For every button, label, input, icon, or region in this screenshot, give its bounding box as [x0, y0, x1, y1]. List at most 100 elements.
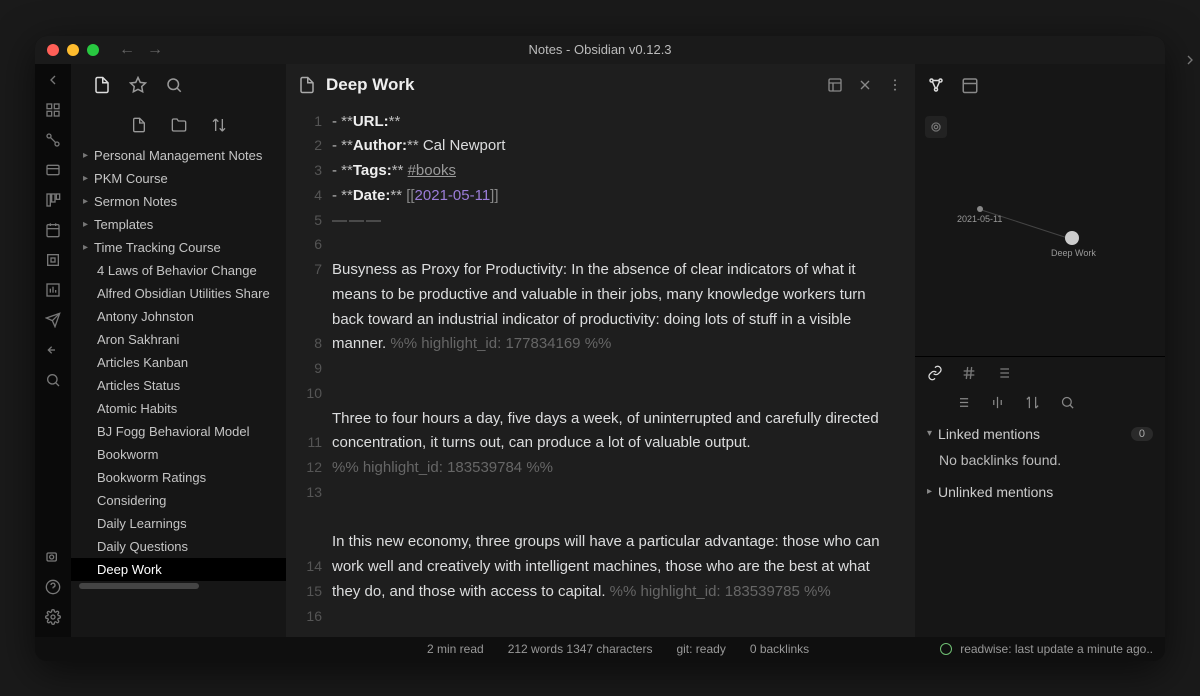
help-icon[interactable] [45, 579, 61, 595]
back-icon[interactable]: ← [119, 41, 135, 59]
line-gutter: 12345678910111213141516 [286, 106, 332, 637]
sync-status-icon [940, 643, 952, 655]
file-item[interactable]: 4 Laws of Behavior Change [71, 259, 286, 282]
folder-item[interactable]: Sermon Notes [71, 190, 286, 213]
stats-icon[interactable] [45, 282, 61, 298]
close-tab-icon[interactable] [857, 77, 873, 93]
unlinked-mentions-header[interactable]: ▸ Unlinked mentions [915, 478, 1165, 506]
file-item[interactable]: Alfred Obsidian Utilities Share [71, 282, 286, 305]
left-panel-tabs [71, 64, 286, 106]
search-icon[interactable] [165, 76, 183, 94]
file-item[interactable]: Antony Johnston [71, 305, 286, 328]
calendar-icon[interactable] [961, 76, 979, 94]
status-backlinks: 0 backlinks [750, 642, 809, 656]
collapse-results-icon[interactable] [955, 395, 970, 410]
horizontal-scrollbar[interactable] [79, 583, 199, 589]
new-note-icon[interactable] [131, 117, 147, 133]
new-folder-icon[interactable] [171, 117, 187, 133]
tag-pane-icon[interactable] [961, 365, 977, 381]
minimize-window-button[interactable] [67, 44, 79, 56]
status-git: git: ready [676, 642, 725, 656]
wikilink[interactable]: 2021-05-11 [415, 187, 491, 204]
workspace-icon[interactable] [45, 162, 61, 178]
window-controls [47, 44, 99, 56]
daily-notes-icon[interactable] [45, 222, 61, 238]
outline-icon[interactable] [995, 365, 1011, 381]
ribbon [35, 64, 71, 637]
local-graph[interactable]: 2021-05-11 Deep Work [915, 106, 1165, 356]
record-icon[interactable] [45, 549, 61, 565]
status-readwise: readwise: last update a minute ago.. [960, 642, 1153, 656]
linked-mentions-header[interactable]: ▾ Linked mentions 0 [915, 420, 1165, 448]
templates-icon[interactable] [45, 252, 61, 268]
file-item[interactable]: Daily Questions [71, 535, 286, 558]
linked-count: 0 [1131, 427, 1153, 441]
search-backlinks-icon[interactable] [1060, 395, 1075, 410]
backlinks-tabs [915, 356, 1165, 389]
editor-content[interactable]: - **URL:** - **Author:** Cal Newport - *… [332, 106, 915, 637]
forward-icon[interactable]: → [147, 41, 163, 59]
close-window-button[interactable] [47, 44, 59, 56]
folder-item[interactable]: Personal Management Notes [71, 144, 286, 167]
editor[interactable]: 12345678910111213141516 - **URL:** - **A… [286, 106, 915, 637]
send-icon[interactable] [45, 312, 61, 328]
file-tree[interactable]: Personal Management Notes PKM Course Ser… [71, 144, 286, 637]
folder-item[interactable]: Time Tracking Course [71, 236, 286, 259]
right-panel-tabs [915, 64, 1165, 106]
file-explorer-toolbar [71, 106, 286, 144]
preview-icon[interactable] [827, 77, 843, 93]
note-icon [298, 76, 316, 94]
local-graph-icon[interactable] [927, 76, 945, 94]
file-item[interactable]: Aron Sakhrani [71, 328, 286, 351]
nav-arrows: ← → [119, 41, 163, 59]
graph-node[interactable] [977, 206, 983, 212]
folder-item[interactable]: PKM Course [71, 167, 286, 190]
titlebar: ← → Notes - Obsidian v0.12.3 [35, 36, 1165, 64]
file-item[interactable]: Atomic Habits [71, 397, 286, 420]
tab-header: Deep Work [286, 64, 915, 106]
statusbar: 2 min read 212 words 1347 characters git… [35, 637, 1165, 661]
vault-icon[interactable] [45, 342, 61, 358]
editor-panel: Deep Work 12345678910111213141516 - **UR… [286, 64, 915, 637]
file-item[interactable]: BJ Fogg Behavioral Model [71, 420, 286, 443]
graph-node-current[interactable] [1065, 231, 1079, 245]
file-explorer-panel: Personal Management Notes PKM Course Ser… [71, 64, 286, 637]
status-read-time: 2 min read [427, 642, 484, 656]
sort-backlinks-icon[interactable] [1025, 395, 1040, 410]
sort-icon[interactable] [211, 117, 227, 133]
app-window: ← → Notes - Obsidian v0.12.3 [35, 36, 1165, 661]
file-item[interactable]: Bookworm [71, 443, 286, 466]
maximize-window-button[interactable] [87, 44, 99, 56]
graph-node-label: 2021-05-11 [957, 214, 1002, 224]
file-item-active[interactable]: Deep Work [71, 558, 286, 581]
quick-switcher-icon[interactable] [45, 102, 61, 118]
show-context-icon[interactable] [990, 395, 1005, 410]
chevron-down-icon: ▾ [927, 428, 932, 439]
file-item[interactable]: Articles Kanban [71, 351, 286, 374]
file-item[interactable]: Daily Learnings [71, 512, 286, 535]
graph-node-label: Deep Work [1051, 248, 1096, 258]
folder-item[interactable]: Templates [71, 213, 286, 236]
command-icon[interactable] [45, 372, 61, 388]
chevron-right-icon: ▸ [927, 486, 932, 497]
collapse-icon[interactable] [45, 72, 61, 88]
file-item[interactable]: Considering [71, 489, 286, 512]
file-item[interactable]: Articles Status [71, 374, 286, 397]
file-item[interactable]: Bookworm Ratings [71, 466, 286, 489]
window-title: Notes - Obsidian v0.12.3 [528, 42, 671, 57]
backlinks-toolbar [915, 389, 1165, 420]
graph-settings-icon[interactable] [925, 116, 947, 138]
no-backlinks-text: No backlinks found. [915, 448, 1165, 478]
kanban-icon[interactable] [45, 192, 61, 208]
right-panel: 2021-05-11 Deep Work ▾ Linked mentions 0 [915, 64, 1165, 637]
tab-title: Deep Work [326, 75, 415, 95]
graph-icon[interactable] [45, 132, 61, 148]
main-area: Personal Management Notes PKM Course Ser… [35, 64, 1165, 637]
tag-link[interactable]: #books [408, 162, 456, 179]
starred-icon[interactable] [129, 76, 147, 94]
more-icon[interactable] [887, 77, 903, 93]
settings-icon[interactable] [45, 609, 61, 625]
files-icon[interactable] [93, 76, 111, 94]
backlinks-icon[interactable] [927, 365, 943, 381]
status-word-count: 212 words 1347 characters [508, 642, 653, 656]
